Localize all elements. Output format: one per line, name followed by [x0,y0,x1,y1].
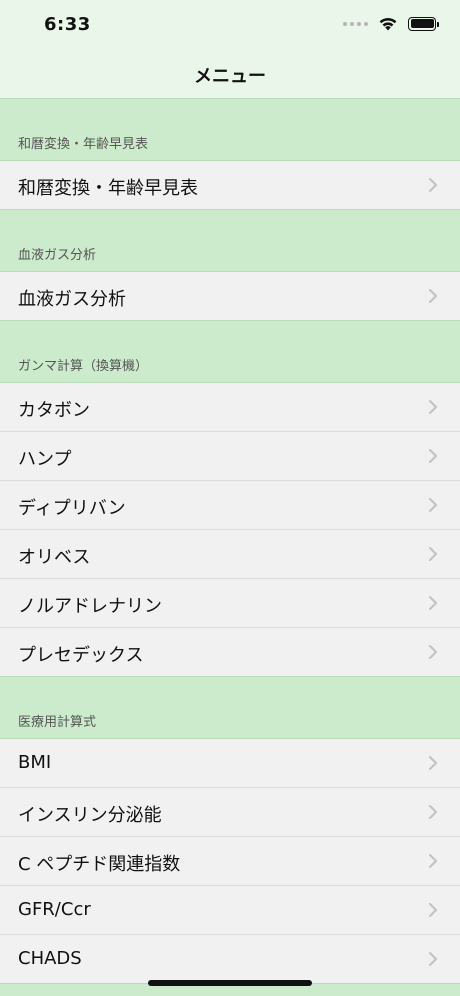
menu-row-label: 血液ガス分析 [18,289,126,310]
menu-row-label: CHADS [18,948,82,969]
battery-icon [408,16,439,31]
menu-row[interactable]: 血液ガス分析 [0,272,460,321]
menu-row[interactable]: カタボン [0,383,460,432]
chevron-right-icon [428,399,438,415]
chevron-right-icon [428,546,438,562]
menu-row[interactable]: CHADS [0,935,460,984]
home-indicator[interactable] [148,980,312,986]
section-header-label: ガンマ計算（換算機） [18,359,149,374]
wifi-icon [379,18,397,31]
menu-row-label: GFR/Ccr [18,899,91,920]
menu-row-label: ディプリバン [18,498,126,519]
cellular-signal-icon [343,21,368,26]
chevron-right-icon [428,902,438,918]
section-header: ガンマ計算（換算機） [0,321,460,383]
menu-row[interactable]: 和暦変換・年齢早見表 [0,161,460,210]
chevron-right-icon [428,755,438,771]
menu-row[interactable]: ディプリバン [0,481,460,530]
menu-row[interactable]: インスリン分泌能 [0,788,460,837]
page-title: メニュー [194,66,266,87]
section-header: 医療用計算式 [0,677,460,739]
chevron-right-icon [428,951,438,967]
chevron-right-icon [428,853,438,869]
menu-row-label: カタボン [18,400,90,421]
chevron-right-icon [428,497,438,513]
section-header-label: 和暦変換・年齢早見表 [18,137,149,152]
menu-row[interactable]: ハンプ [0,432,460,481]
app-screen: 6:33 メニュー 和暦変換・年齢早見表 和暦変換・年齢早見表 血液ガス分析 血液ガス… [0,0,460,996]
menu-row-label: BMI [18,752,52,773]
menu-row-label: オリベス [18,547,91,568]
menu-row-label: インスリン分泌能 [18,805,162,826]
menu-row-label: ノルアドレナリン [18,596,162,617]
menu-row-label: 和暦変換・年齢早見表 [18,178,198,199]
chevron-right-icon [428,177,438,193]
navigation-bar: 6:33 メニュー [0,0,460,99]
menu-list: 和暦変換・年齢早見表 和暦変換・年齢早見表 血液ガス分析 血液ガス分析 ガンマ計算（換算… [0,99,460,984]
menu-row-label: C ペプチド関連指数 [18,854,181,875]
chevron-right-icon [428,644,438,660]
section-header-label: 医療用計算式 [18,715,97,730]
chevron-right-icon [428,595,438,611]
section-header: 和暦変換・年齢早見表 [0,99,460,161]
menu-row[interactable]: GFR/Ccr [0,886,460,935]
menu-row[interactable]: C ペプチド関連指数 [0,837,460,886]
status-icons [343,16,439,31]
menu-row-label: ハンプ [18,449,72,470]
menu-row[interactable]: ノルアドレナリン [0,579,460,628]
chevron-right-icon [428,804,438,820]
section-header-label: 血液ガス分析 [18,248,97,263]
status-time: 6:33 [44,14,91,35]
menu-row-label: プレセデックス [18,645,144,666]
chevron-right-icon [428,448,438,464]
menu-row[interactable]: BMI [0,739,460,788]
chevron-right-icon [428,288,438,304]
section-header: 血液ガス分析 [0,210,460,272]
menu-row[interactable]: オリベス [0,530,460,579]
menu-row[interactable]: プレセデックス [0,628,460,677]
